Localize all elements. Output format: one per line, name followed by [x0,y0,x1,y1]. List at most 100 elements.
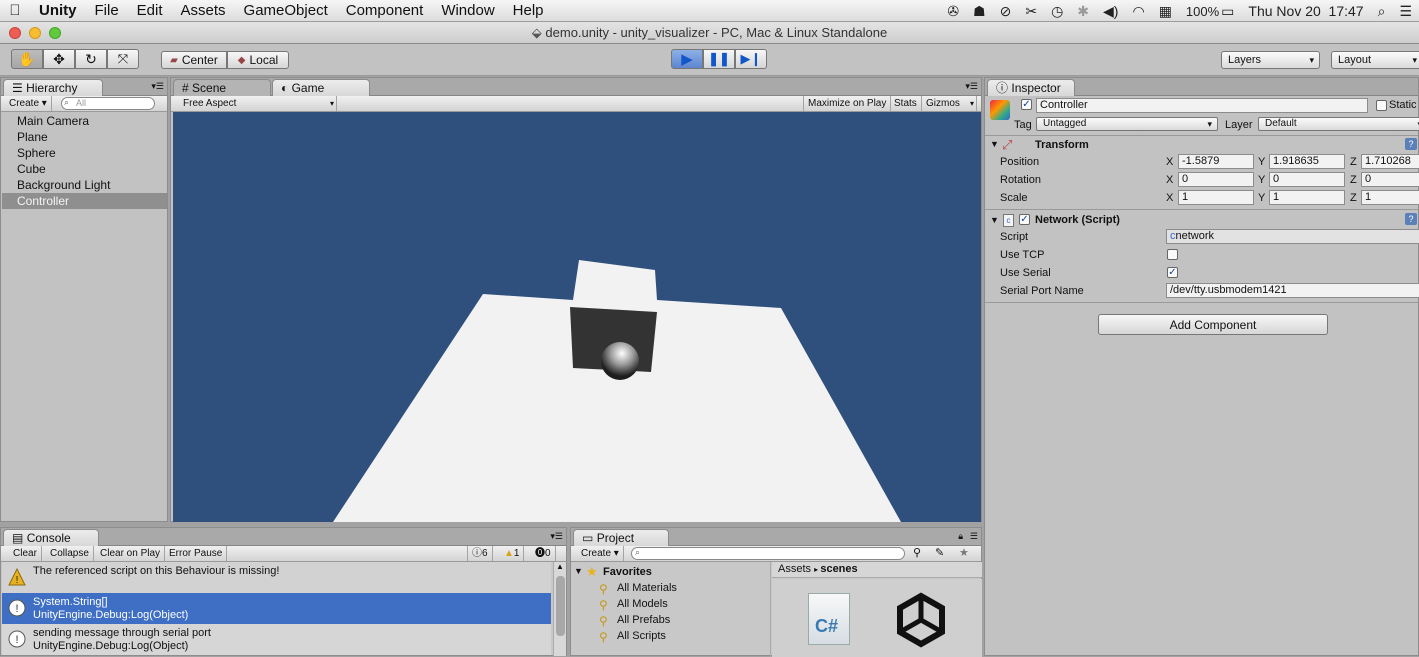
panel-menu-icon[interactable]: ☰ [970,531,978,542]
rotation-y-field[interactable]: 0 [1269,172,1345,187]
use-serial-checkbox[interactable]: ✓ [1167,267,1178,278]
notification-icon[interactable]: ☰ [1392,3,1419,20]
console-message[interactable]: ! System.String[] UnityEngine.Debug:Log(… [2,593,551,624]
csharp-script-asset[interactable]: C# [808,593,850,645]
tools-icon[interactable]: ✂ [1018,3,1044,20]
error-pause-button[interactable]: Error Pause [165,546,228,561]
position-y-field[interactable]: 1.918635 [1269,154,1345,169]
project-create-button[interactable]: Create ▾ [577,546,624,561]
hat-icon[interactable]: ☗ [966,3,993,20]
maximize-on-play-button[interactable]: Maximize on Play [803,96,892,111]
foldout-arrow-icon[interactable]: ▼ [990,215,999,225]
layers-dropdown[interactable]: Layers [1221,51,1320,69]
pause-button[interactable]: ❚❚ [703,49,735,69]
hierarchy-search-input[interactable]: All [61,97,155,110]
scale-x-field[interactable]: 1 [1178,190,1254,205]
breadcrumb-assets[interactable]: Assets [778,563,811,575]
lock-icon[interactable]: 🔒︎ [958,531,963,542]
breadcrumb-scenes[interactable]: scenes [820,563,857,575]
menu-file[interactable]: File [86,2,128,19]
clock[interactable]: Thu Nov 20 17:47 [1241,3,1370,19]
scroll-thumb[interactable] [556,576,565,636]
clear-on-play-button[interactable]: Clear on Play [96,546,166,561]
move-tool-button[interactable]: ✥ [43,49,75,69]
hierarchy-item-plane[interactable]: Plane [2,129,167,145]
layer-dropdown[interactable]: Default [1258,117,1419,131]
hand-tool-button[interactable]: ✋ [11,49,43,69]
scale-y-field[interactable]: 1 [1269,190,1345,205]
filter-type-icon[interactable]: ⚲ [913,546,921,559]
scale-z-field[interactable]: 1 [1361,190,1419,205]
clear-button[interactable]: Clear [9,546,42,561]
help-icon[interactable]: ? [1405,213,1417,225]
object-name-field[interactable]: Controller [1036,98,1368,113]
tab-hierarchy[interactable]: ☰ Hierarchy [3,79,103,96]
step-button[interactable]: ▶❙ [735,49,767,69]
zoom-button[interactable] [49,27,61,39]
rotation-x-field[interactable]: 0 [1178,172,1254,187]
tab-scene[interactable]: # Scene [173,79,271,96]
favorite-all-prefabs[interactable]: All Prefabs [617,614,670,626]
battery-icon[interactable]: ▭ [1221,3,1241,20]
stats-button[interactable]: Stats [890,96,922,111]
position-x-field[interactable]: -1.5879 [1178,154,1254,169]
favorite-all-models[interactable]: All Models [617,598,668,610]
favorites-label[interactable]: Favorites [603,566,652,578]
menu-window[interactable]: Window [432,2,503,19]
time-machine-icon[interactable]: ◷ [1044,3,1070,20]
network-enabled-checkbox[interactable]: ✓ [1019,214,1030,225]
tag-dropdown[interactable]: Untagged [1036,117,1218,131]
help-icon[interactable]: ? [1405,138,1417,150]
info-count-toggle[interactable]: ⓘ6 [467,546,493,561]
aspect-dropdown[interactable]: Free Aspect ▾ [179,96,337,111]
error-count-toggle[interactable]: ⓿0 [531,546,556,561]
use-tcp-checkbox[interactable] [1167,249,1178,260]
position-z-field[interactable]: 1.710268 [1361,154,1419,169]
console-message[interactable]: ! sending message through serial port Un… [2,624,551,655]
active-checkbox[interactable]: ✓ [1021,99,1032,110]
foldout-arrow-icon[interactable]: ▼ [990,139,999,149]
favorite-all-materials[interactable]: All Materials [617,582,677,594]
console-scrollbar[interactable]: ▲ [553,562,566,656]
utility-icon[interactable]: ✇ [940,3,966,20]
battery-label[interactable]: 100% [1179,4,1221,19]
hierarchy-item-controller[interactable]: Controller [2,193,167,209]
foldout-arrow-icon[interactable]: ▼ [574,566,583,576]
add-component-button[interactable]: Add Component [1098,314,1328,335]
hierarchy-item-cube[interactable]: Cube [2,161,167,177]
menu-edit[interactable]: Edit [128,2,172,19]
close-button[interactable] [9,27,21,39]
spotlight-icon[interactable]: ⌕ [1371,3,1393,20]
bluetooth-icon[interactable]: ✱ [1070,3,1096,20]
menu-gameobject[interactable]: GameObject [235,2,337,19]
rotation-z-field[interactable]: 0 [1361,172,1419,187]
project-search-input[interactable] [631,547,905,560]
layout-dropdown[interactable]: Layout [1331,51,1419,69]
tab-game[interactable]: ◐ Game [272,79,370,96]
unity-scene-asset[interactable] [892,591,950,649]
menu-app[interactable]: Unity [30,2,86,19]
serial-port-field[interactable]: /dev/tty.usbmodem1421 [1166,283,1419,298]
panel-menu-icon[interactable]: ▾☰ [151,81,164,92]
gizmos-button[interactable]: Gizmos ▾ [922,96,977,111]
play-button[interactable]: ▶ [671,49,703,69]
static-checkbox[interactable] [1376,100,1387,111]
keyboard-icon[interactable]: ▦ [1152,3,1179,20]
minimize-button[interactable] [29,27,41,39]
tab-project[interactable]: ▭ Project [573,529,669,546]
tab-inspector[interactable]: ⓘ Inspector [987,79,1075,96]
pivot-center-button[interactable]: ▰ Center [161,51,227,69]
volume-icon[interactable]: ◀) [1096,3,1125,20]
favorite-all-scripts[interactable]: All Scripts [617,630,666,642]
hierarchy-create-button[interactable]: Create ▾ [5,96,52,111]
filter-label-icon[interactable]: ✎ [935,546,944,559]
game-viewport[interactable] [173,112,981,522]
console-message[interactable]: ! The referenced script on this Behaviou… [2,562,551,593]
warning-count-toggle[interactable]: ▲1 [500,546,525,561]
menu-component[interactable]: Component [337,2,433,19]
scroll-up-icon[interactable]: ▲ [556,562,564,571]
menu-assets[interactable]: Assets [172,2,235,19]
hierarchy-item-background-light[interactable]: Background Light [2,177,167,193]
block-icon[interactable]: ⊘ [993,3,1019,20]
scale-tool-button[interactable]: ⤧ [107,49,139,69]
